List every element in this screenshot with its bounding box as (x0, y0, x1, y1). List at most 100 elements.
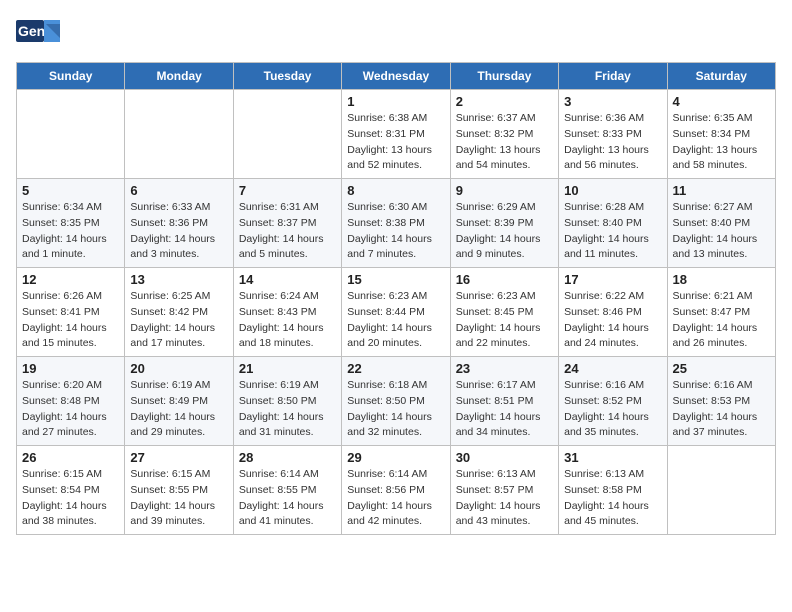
calendar-cell: 19 Sunrise: 6:20 AM Sunset: 8:48 PM Dayli… (17, 357, 125, 446)
cell-date-number: 23 (456, 361, 553, 376)
cell-info-text: Sunrise: 6:15 AM Sunset: 8:54 PM Dayligh… (22, 467, 119, 530)
cell-date-number: 31 (564, 450, 661, 465)
calendar-week-row: 26 Sunrise: 6:15 AM Sunset: 8:54 PM Dayli… (17, 446, 776, 535)
cell-date-number: 9 (456, 183, 553, 198)
calendar-cell: 20 Sunrise: 6:19 AM Sunset: 8:49 PM Dayli… (125, 357, 233, 446)
calendar-cell: 3 Sunrise: 6:36 AM Sunset: 8:33 PM Daylig… (559, 90, 667, 179)
cell-info-text: Sunrise: 6:34 AM Sunset: 8:35 PM Dayligh… (22, 200, 119, 263)
calendar-cell (125, 90, 233, 179)
cell-info-text: Sunrise: 6:23 AM Sunset: 8:44 PM Dayligh… (347, 289, 444, 352)
calendar-header-monday: Monday (125, 63, 233, 90)
cell-date-number: 29 (347, 450, 444, 465)
calendar-cell: 2Sunrise: 6:37 AM Sunset: 8:32 PM Daylig… (450, 90, 558, 179)
cell-date-number: 24 (564, 361, 661, 376)
cell-info-text: Sunrise: 6:20 AM Sunset: 8:48 PM Dayligh… (22, 378, 119, 441)
calendar-cell: 11 Sunrise: 6:27 AM Sunset: 8:40 PM Dayli… (667, 179, 775, 268)
cell-info-text: Sunrise: 6:14 AM Sunset: 8:56 PM Dayligh… (347, 467, 444, 530)
calendar-cell: 4 Sunrise: 6:35 AM Sunset: 8:34 PM Daylig… (667, 90, 775, 179)
cell-date-number: 21 (239, 361, 336, 376)
calendar-cell: 9Sunrise: 6:29 AM Sunset: 8:39 PM Daylig… (450, 179, 558, 268)
cell-date-number: 16 (456, 272, 553, 287)
cell-info-text: Sunrise: 6:31 AM Sunset: 8:37 PM Dayligh… (239, 200, 336, 263)
cell-info-text: Sunrise: 6:38 AM Sunset: 8:31 PM Dayligh… (347, 111, 444, 174)
calendar-cell: 27 Sunrise: 6:15 AM Sunset: 8:55 PM Dayli… (125, 446, 233, 535)
cell-info-text: Sunrise: 6:26 AM Sunset: 8:41 PM Dayligh… (22, 289, 119, 352)
cell-info-text: Sunrise: 6:37 AM Sunset: 8:32 PM Dayligh… (456, 111, 553, 174)
cell-info-text: Sunrise: 6:28 AM Sunset: 8:40 PM Dayligh… (564, 200, 661, 263)
calendar-cell: 8Sunrise: 6:30 AM Sunset: 8:38 PM Daylig… (342, 179, 450, 268)
calendar-cell: 31 Sunrise: 6:13 AM Sunset: 8:58 PM Dayli… (559, 446, 667, 535)
cell-date-number: 15 (347, 272, 444, 287)
cell-info-text: Sunrise: 6:16 AM Sunset: 8:53 PM Dayligh… (673, 378, 770, 441)
cell-date-number: 30 (456, 450, 553, 465)
cell-info-text: Sunrise: 6:19 AM Sunset: 8:49 PM Dayligh… (130, 378, 227, 441)
cell-info-text: Sunrise: 6:27 AM Sunset: 8:40 PM Dayligh… (673, 200, 770, 263)
logo-icon: Gen (16, 16, 60, 50)
calendar-header-tuesday: Tuesday (233, 63, 341, 90)
calendar-cell: 17 Sunrise: 6:22 AM Sunset: 8:46 PM Dayli… (559, 268, 667, 357)
calendar-week-row: 1 Sunrise: 6:38 AM Sunset: 8:31 PM Daylig… (17, 90, 776, 179)
cell-date-number: 1 (347, 94, 444, 109)
cell-info-text: Sunrise: 6:14 AM Sunset: 8:55 PM Dayligh… (239, 467, 336, 530)
calendar-cell (667, 446, 775, 535)
calendar-header-sunday: Sunday (17, 63, 125, 90)
cell-info-text: Sunrise: 6:35 AM Sunset: 8:34 PM Dayligh… (673, 111, 770, 174)
cell-info-text: Sunrise: 6:24 AM Sunset: 8:43 PM Dayligh… (239, 289, 336, 352)
cell-date-number: 7 (239, 183, 336, 198)
calendar-cell: 13 Sunrise: 6:25 AM Sunset: 8:42 PM Dayli… (125, 268, 233, 357)
calendar-cell: 1 Sunrise: 6:38 AM Sunset: 8:31 PM Daylig… (342, 90, 450, 179)
cell-info-text: Sunrise: 6:21 AM Sunset: 8:47 PM Dayligh… (673, 289, 770, 352)
cell-info-text: Sunrise: 6:36 AM Sunset: 8:33 PM Dayligh… (564, 111, 661, 174)
cell-info-text: Sunrise: 6:13 AM Sunset: 8:58 PM Dayligh… (564, 467, 661, 530)
cell-date-number: 22 (347, 361, 444, 376)
cell-info-text: Sunrise: 6:17 AM Sunset: 8:51 PM Dayligh… (456, 378, 553, 441)
cell-date-number: 13 (130, 272, 227, 287)
cell-date-number: 26 (22, 450, 119, 465)
cell-date-number: 12 (22, 272, 119, 287)
calendar-cell: 15 Sunrise: 6:23 AM Sunset: 8:44 PM Dayli… (342, 268, 450, 357)
cell-date-number: 4 (673, 94, 770, 109)
calendar-header-thursday: Thursday (450, 63, 558, 90)
cell-date-number: 20 (130, 361, 227, 376)
calendar-cell: 23 Sunrise: 6:17 AM Sunset: 8:51 PM Dayli… (450, 357, 558, 446)
cell-date-number: 25 (673, 361, 770, 376)
calendar-week-row: 19 Sunrise: 6:20 AM Sunset: 8:48 PM Dayli… (17, 357, 776, 446)
cell-info-text: Sunrise: 6:15 AM Sunset: 8:55 PM Dayligh… (130, 467, 227, 530)
cell-info-text: Sunrise: 6:22 AM Sunset: 8:46 PM Dayligh… (564, 289, 661, 352)
logo: Gen (16, 16, 64, 50)
calendar-cell: 10 Sunrise: 6:28 AM Sunset: 8:40 PM Dayli… (559, 179, 667, 268)
cell-date-number: 5 (22, 183, 119, 198)
calendar-header-friday: Friday (559, 63, 667, 90)
calendar-cell: 6 Sunrise: 6:33 AM Sunset: 8:36 PM Daylig… (125, 179, 233, 268)
calendar-cell: 26 Sunrise: 6:15 AM Sunset: 8:54 PM Dayli… (17, 446, 125, 535)
calendar-cell: 28Sunrise: 6:14 AM Sunset: 8:55 PM Dayli… (233, 446, 341, 535)
calendar-table: SundayMondayTuesdayWednesdayThursdayFrid… (16, 62, 776, 535)
calendar-cell: 30 Sunrise: 6:13 AM Sunset: 8:57 PM Dayli… (450, 446, 558, 535)
calendar-week-row: 5 Sunrise: 6:34 AM Sunset: 8:35 PM Daylig… (17, 179, 776, 268)
calendar-cell: 24 Sunrise: 6:16 AM Sunset: 8:52 PM Dayli… (559, 357, 667, 446)
calendar-week-row: 12 Sunrise: 6:26 AM Sunset: 8:41 PM Dayli… (17, 268, 776, 357)
calendar-cell: 7 Sunrise: 6:31 AM Sunset: 8:37 PM Daylig… (233, 179, 341, 268)
cell-date-number: 14 (239, 272, 336, 287)
cell-info-text: Sunrise: 6:33 AM Sunset: 8:36 PM Dayligh… (130, 200, 227, 263)
cell-info-text: Sunrise: 6:16 AM Sunset: 8:52 PM Dayligh… (564, 378, 661, 441)
cell-info-text: Sunrise: 6:18 AM Sunset: 8:50 PM Dayligh… (347, 378, 444, 441)
calendar-cell: 18Sunrise: 6:21 AM Sunset: 8:47 PM Dayli… (667, 268, 775, 357)
calendar-cell: 16 Sunrise: 6:23 AM Sunset: 8:45 PM Dayli… (450, 268, 558, 357)
cell-date-number: 3 (564, 94, 661, 109)
calendar-header-saturday: Saturday (667, 63, 775, 90)
cell-date-number: 19 (22, 361, 119, 376)
cell-date-number: 17 (564, 272, 661, 287)
cell-date-number: 6 (130, 183, 227, 198)
cell-date-number: 27 (130, 450, 227, 465)
svg-text:Gen: Gen (18, 23, 45, 39)
cell-info-text: Sunrise: 6:25 AM Sunset: 8:42 PM Dayligh… (130, 289, 227, 352)
calendar-cell: 12 Sunrise: 6:26 AM Sunset: 8:41 PM Dayli… (17, 268, 125, 357)
calendar-cell: 14 Sunrise: 6:24 AM Sunset: 8:43 PM Dayli… (233, 268, 341, 357)
calendar-header-wednesday: Wednesday (342, 63, 450, 90)
calendar-cell: 25 Sunrise: 6:16 AM Sunset: 8:53 PM Dayli… (667, 357, 775, 446)
cell-date-number: 11 (673, 183, 770, 198)
cell-date-number: 10 (564, 183, 661, 198)
cell-info-text: Sunrise: 6:13 AM Sunset: 8:57 PM Dayligh… (456, 467, 553, 530)
cell-info-text: Sunrise: 6:23 AM Sunset: 8:45 PM Dayligh… (456, 289, 553, 352)
